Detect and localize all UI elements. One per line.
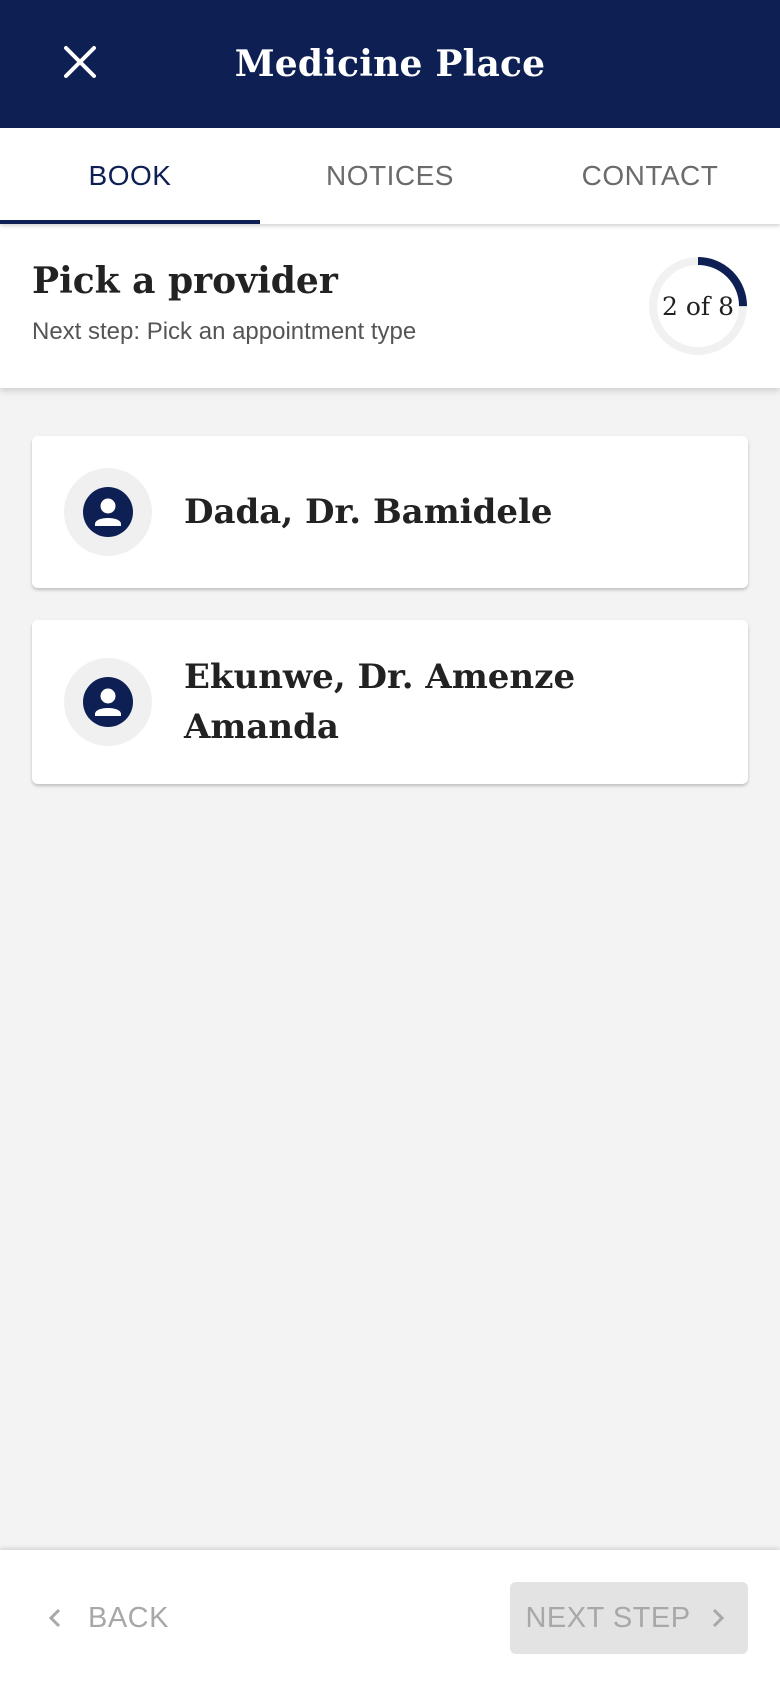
back-button[interactable]: BACK	[40, 1582, 200, 1654]
provider-name: Ekunwe, Dr. Amenze Amanda	[184, 657, 576, 747]
provider-card[interactable]: Ekunwe, Dr. Amenze Amanda	[32, 620, 748, 784]
back-label: BACK	[88, 1601, 169, 1634]
app-bar: Medicine Place	[0, 0, 780, 128]
tab-book[interactable]: BOOK	[0, 128, 260, 224]
step-header: Pick a provider Next step: Pick an appoi…	[0, 224, 780, 388]
close-icon	[64, 46, 96, 78]
step-progress-label: 2 of 8	[661, 291, 734, 321]
person-icon	[83, 487, 133, 537]
app-title: Medicine Place	[234, 43, 546, 85]
chevron-right-icon	[703, 1603, 733, 1633]
close-button[interactable]	[52, 34, 108, 90]
step-subtitle: Next step: Pick an appointment type	[32, 318, 417, 345]
provider-name: Dada, Dr. Bamidele	[184, 492, 553, 532]
step-title: Pick a provider	[32, 260, 338, 302]
tab-notices[interactable]: NOTICES	[260, 128, 520, 224]
tab-bar: BOOK NOTICES CONTACT	[0, 128, 780, 224]
avatar	[64, 658, 152, 746]
avatar	[64, 468, 152, 556]
provider-card[interactable]: Dada, Dr. Bamidele	[32, 436, 748, 588]
person-icon	[83, 677, 133, 727]
chevron-left-icon	[40, 1603, 70, 1633]
next-step-button[interactable]: NEXT STEP	[510, 1582, 748, 1654]
step-progress-ring: 2 of 8	[648, 256, 748, 356]
bottom-bar: BACK NEXT STEP	[0, 1550, 780, 1688]
tab-contact[interactable]: CONTACT	[520, 128, 780, 224]
next-step-label: NEXT STEP	[525, 1601, 691, 1634]
